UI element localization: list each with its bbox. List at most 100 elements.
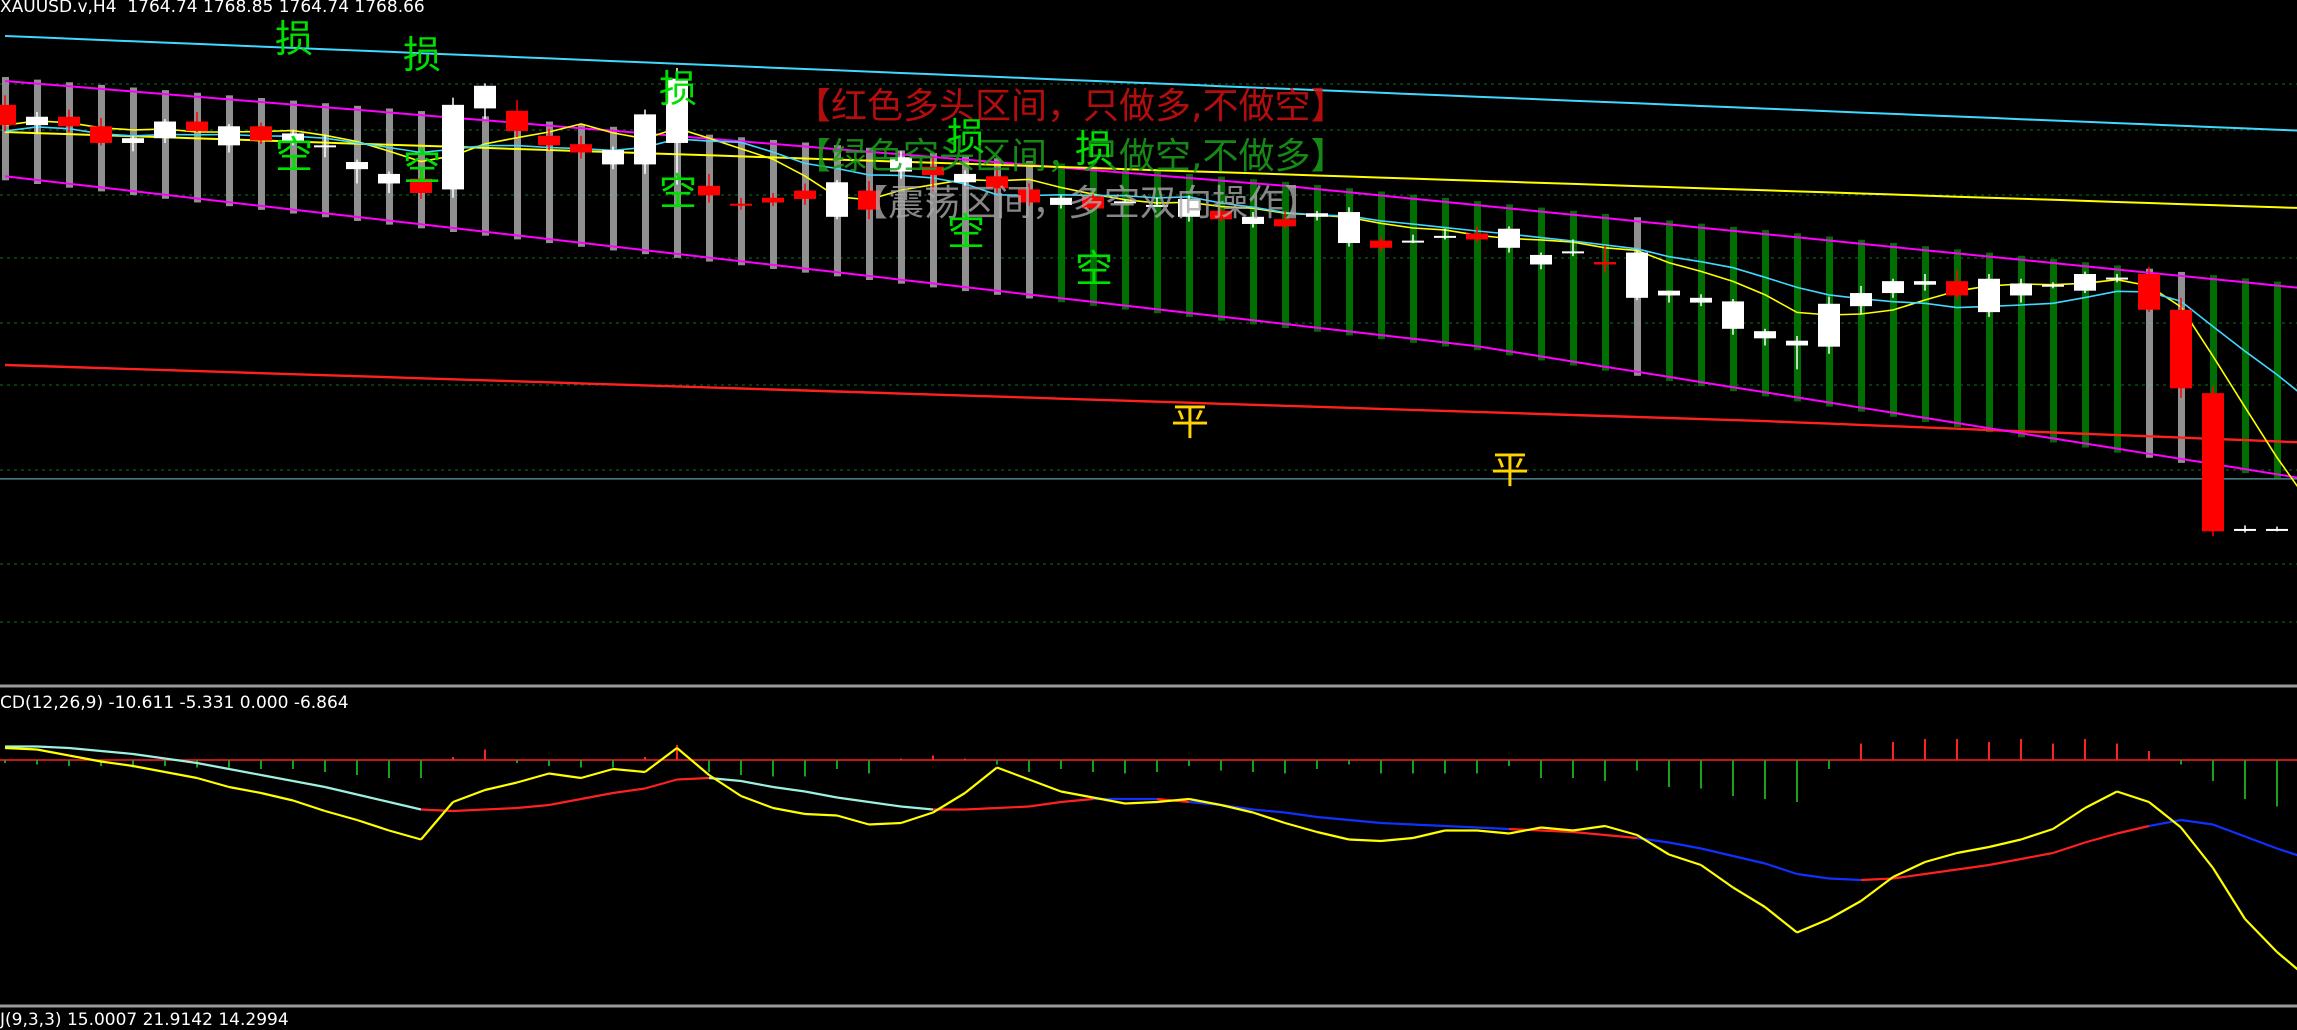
macd-main-line	[2084, 790, 2118, 809]
candle-body	[2010, 283, 2032, 296]
macd-signal-line	[1444, 824, 1478, 829]
macd-signal-line	[1284, 811, 1318, 819]
macd-signal-line	[548, 797, 582, 807]
macd-main-line	[1796, 917, 1830, 934]
candle-body	[218, 126, 240, 146]
zone-bar	[162, 90, 169, 199]
candle-body	[1434, 235, 1456, 238]
macd-signal-line	[452, 808, 486, 813]
zone-bar	[482, 116, 489, 236]
macd-main-line	[1924, 851, 1958, 864]
macd-signal-line	[228, 767, 262, 777]
macd-signal-line	[772, 785, 806, 793]
candle-body	[506, 110, 528, 132]
candle-body	[2138, 274, 2160, 310]
zone-bar	[1762, 230, 1769, 397]
macd-main-line	[132, 764, 166, 774]
candle-body	[378, 173, 400, 184]
macd-main-line	[1764, 906, 1798, 934]
zone-bar	[1570, 210, 1577, 366]
macd-signal-line	[1252, 808, 1286, 814]
zone-bar	[1794, 233, 1801, 402]
macd-signal-line	[196, 761, 230, 771]
candle-body	[314, 145, 336, 148]
macd-main-line	[1604, 824, 1638, 837]
macd-main-line	[1348, 838, 1382, 843]
zone-bar	[1442, 197, 1449, 347]
candle-body	[474, 85, 496, 109]
candle-body	[570, 144, 592, 153]
candle-body	[1530, 254, 1552, 265]
macd-signal-line	[2116, 824, 2150, 835]
macd-main-line	[1380, 836, 1414, 843]
macd-signal-line	[1988, 857, 2022, 867]
macd-signal-line	[292, 779, 326, 789]
candle-body	[1466, 233, 1488, 240]
macd-signal-line	[676, 776, 710, 781]
candle-body	[2202, 393, 2224, 532]
stop-label: 损	[1075, 127, 1113, 171]
macd-main-line	[1252, 811, 1286, 825]
macd-signal-line	[260, 773, 294, 783]
macd-main-line	[1988, 838, 2022, 849]
macd-main-line	[676, 747, 710, 776]
macd-signal-line	[484, 806, 518, 811]
candle-body	[26, 116, 48, 126]
macd-main-line	[4, 746, 38, 751]
macd-main-line	[1476, 829, 1510, 835]
zone-bar	[322, 103, 329, 218]
macd-signal-line	[740, 779, 774, 789]
zone-bar	[1602, 214, 1609, 371]
candle-body	[186, 121, 208, 132]
macd-panel	[0, 739, 2297, 971]
macd-signal-line	[964, 806, 998, 811]
zone-bar	[1410, 194, 1417, 343]
macd-signal-line	[1700, 847, 1734, 858]
macd-main-line	[548, 772, 582, 780]
candle-body	[90, 126, 112, 143]
candle-body	[122, 138, 144, 143]
candle-body	[250, 126, 272, 141]
candle-body	[1338, 212, 1360, 244]
macd-signal-line	[324, 785, 358, 796]
macd-main-line	[580, 767, 614, 780]
candle-body	[1722, 301, 1744, 329]
macd-main-line	[612, 767, 646, 774]
macd-main-line	[1028, 778, 1062, 793]
macd-main-line	[1668, 853, 1702, 867]
macd-main-line	[1732, 886, 1766, 908]
macd-signal-line	[2180, 818, 2214, 826]
macd-signal-line	[900, 805, 934, 811]
price-chart: 【红色多头区间，只做多,不做空】【绿色空头区间，只做空,不做多】【震荡区间，多空…	[0, 17, 2297, 1008]
red-zone-text: 【红色多头区间，只做多,不做空】	[795, 86, 1346, 127]
zone-bar	[1474, 201, 1481, 351]
zone-bar	[194, 92, 201, 203]
macd-signal-line	[2020, 851, 2054, 861]
stop-label: 损	[659, 67, 697, 111]
stop-label: 损	[403, 33, 441, 77]
zone-bar	[386, 108, 393, 225]
macd-main-line	[868, 821, 902, 826]
macd-main-line	[100, 760, 134, 768]
red-long-ma	[4, 363, 2297, 444]
macd-signal-line	[1476, 826, 1510, 831]
macd-signal-line	[132, 752, 166, 760]
short-label: 空	[275, 133, 313, 177]
macd-main-line	[388, 829, 422, 841]
candle-body	[1626, 252, 1648, 298]
macd-main-line	[2180, 826, 2214, 869]
zone-bar	[1538, 207, 1545, 361]
macd-main-line	[1060, 790, 1094, 799]
candle-body	[1370, 240, 1392, 248]
macd-signal-line	[580, 791, 614, 801]
candle-body	[1946, 281, 1968, 296]
macd-main-line	[836, 814, 870, 826]
macd-main-line	[772, 806, 806, 816]
macd-signal-line	[516, 803, 550, 810]
macd-main-line	[2276, 951, 2297, 971]
macd-main-line	[420, 801, 454, 841]
candle-body	[346, 162, 368, 170]
candle-body	[2106, 277, 2128, 280]
candle-body	[698, 185, 720, 196]
candle-body	[634, 114, 656, 165]
